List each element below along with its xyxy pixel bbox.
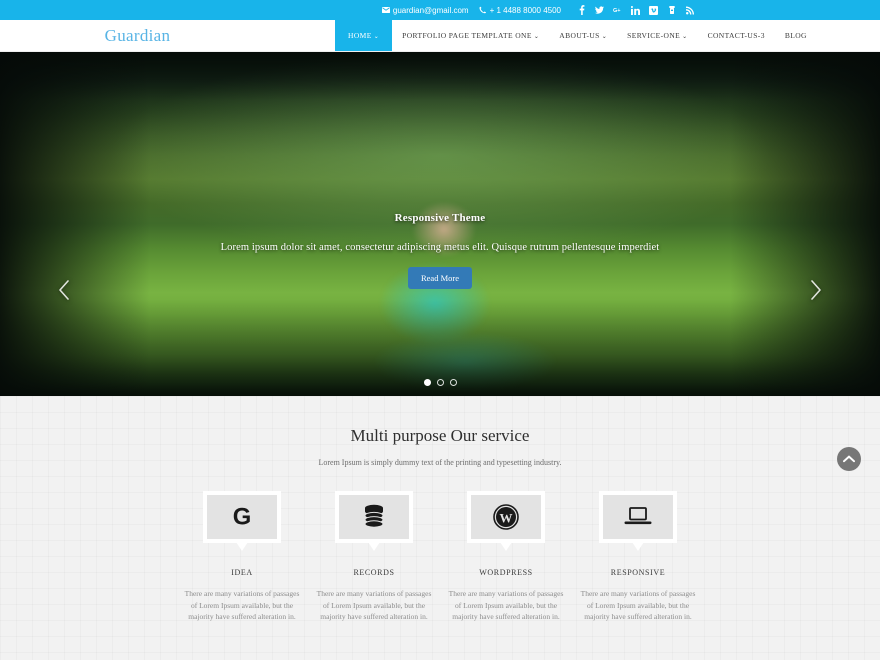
svg-text:W: W: [500, 511, 513, 526]
nav-item-service-one[interactable]: SERVICE-ONE ⌄: [617, 20, 697, 51]
twitter-icon[interactable]: [595, 5, 604, 16]
chevron-down-icon: ⌄: [373, 33, 380, 40]
phone-icon: [479, 6, 487, 14]
service-icon-box: W: [467, 491, 545, 543]
wordpress-icon: W: [493, 504, 519, 530]
services-subheading: Lorem Ipsum is simply dummy text of the …: [318, 458, 562, 467]
nav-label-blog: BLOG: [784, 31, 807, 40]
service-text: There are many variations of passages of…: [316, 589, 432, 622]
topbar-email-text: guardian@gmail.com: [392, 5, 469, 15]
slider-prev-button[interactable]: [50, 276, 78, 304]
nav-label-portfolio: PORTFOLIO PAGE TEMPLATE ONE: [402, 31, 532, 40]
nav-label-about-us: ABOUT-US: [559, 31, 600, 40]
nav-label-home: HOME: [348, 31, 372, 40]
service-icon-box: [335, 491, 413, 543]
scroll-to-top-button[interactable]: [837, 447, 861, 471]
service-text: There are many variations of passages of…: [184, 589, 300, 622]
main-navigation: HOME ⌄ PORTFOLIO PAGE TEMPLATE ONE ⌄ ABO…: [335, 20, 880, 51]
social-links: G+: [577, 5, 694, 16]
services-row: G IDEA There are many variations of pass…: [0, 491, 880, 623]
services-heading: Multi purpose Our service: [350, 426, 530, 445]
envelope-icon: [381, 7, 390, 13]
hero-slider: Responsive Theme Lorem ipsum dolor sit a…: [0, 52, 880, 396]
topbar: guardian@gmail.com + 1 4488 8000 4500 G+: [0, 0, 880, 20]
vimeo-square-icon[interactable]: [649, 5, 658, 16]
service-text: There are many variations of passages of…: [580, 589, 696, 622]
service-item-responsive[interactable]: RESPONSIVE There are many variations of …: [572, 491, 704, 623]
service-icon-box: [599, 491, 677, 543]
slider-dot-1[interactable]: [423, 379, 431, 386]
service-label: RESPONSIVE: [610, 568, 666, 577]
google-g-icon: G: [233, 504, 252, 530]
hero-caption: Responsive Theme Lorem ipsum dolor sit a…: [0, 212, 880, 289]
nav-label-contact-us-3: CONTACT-US-3: [707, 31, 765, 40]
hero-title: Responsive Theme: [394, 212, 486, 224]
site-header: Guardian HOME ⌄ PORTFOLIO PAGE TEMPLATE …: [0, 20, 880, 52]
service-item-wordpress[interactable]: W WORDPRESS There are many variations of…: [440, 491, 572, 623]
hero-subtitle: Lorem ipsum dolor sit amet, consectetur …: [220, 242, 660, 253]
slider-dot-2[interactable]: [436, 379, 444, 386]
google-plus-icon[interactable]: G+: [613, 5, 622, 16]
chevron-left-icon: [59, 280, 69, 300]
service-item-idea[interactable]: G IDEA There are many variations of pass…: [176, 491, 308, 623]
linkedin-icon[interactable]: [631, 5, 640, 16]
database-icon: [364, 504, 384, 528]
topbar-email[interactable]: guardian@gmail.com: [381, 5, 469, 15]
chevron-down-icon: ⌄: [682, 33, 688, 40]
service-label: WORDPRESS: [479, 568, 533, 577]
facebook-icon[interactable]: [577, 5, 586, 16]
topbar-phone-text: + 1 4488 8000 4500: [489, 5, 561, 15]
laptop-icon: [624, 507, 652, 525]
site-logo[interactable]: Guardian: [105, 26, 171, 46]
svg-text:G+: G+: [613, 8, 621, 14]
slider-dot-3[interactable]: [449, 379, 457, 386]
service-item-records[interactable]: RECORDS There are many variations of pas…: [308, 491, 440, 623]
nav-item-blog[interactable]: BLOG: [775, 20, 817, 51]
rss-icon[interactable]: [685, 5, 694, 16]
services-section: Multi purpose Our service Lorem Ipsum is…: [0, 396, 880, 660]
svg-text:G: G: [233, 504, 252, 530]
service-label: IDEA: [231, 568, 253, 577]
chevron-down-icon: ⌄: [601, 33, 608, 40]
slider-next-button[interactable]: [802, 276, 830, 304]
service-icon-box: G: [203, 491, 281, 543]
chevron-right-icon: [811, 280, 821, 300]
topbar-phone[interactable]: + 1 4488 8000 4500: [479, 6, 561, 15]
youtube-icon[interactable]: [667, 5, 676, 16]
chevron-down-icon: ⌄: [533, 33, 540, 40]
nav-item-portfolio[interactable]: PORTFOLIO PAGE TEMPLATE ONE ⌄: [392, 20, 549, 51]
nav-item-about-us[interactable]: ABOUT-US ⌄: [549, 20, 617, 51]
logo-area: Guardian: [0, 20, 335, 51]
chevron-up-icon: [843, 455, 855, 463]
service-label: RECORDS: [353, 568, 395, 577]
read-more-button[interactable]: Read More: [407, 267, 472, 289]
nav-item-contact-us-3[interactable]: CONTACT-US-3: [698, 20, 775, 51]
nav-item-home[interactable]: HOME ⌄: [335, 20, 393, 51]
nav-label-service-one: SERVICE-ONE: [627, 31, 681, 40]
service-text: There are many variations of passages of…: [448, 589, 564, 622]
slider-pagination: [0, 379, 880, 386]
